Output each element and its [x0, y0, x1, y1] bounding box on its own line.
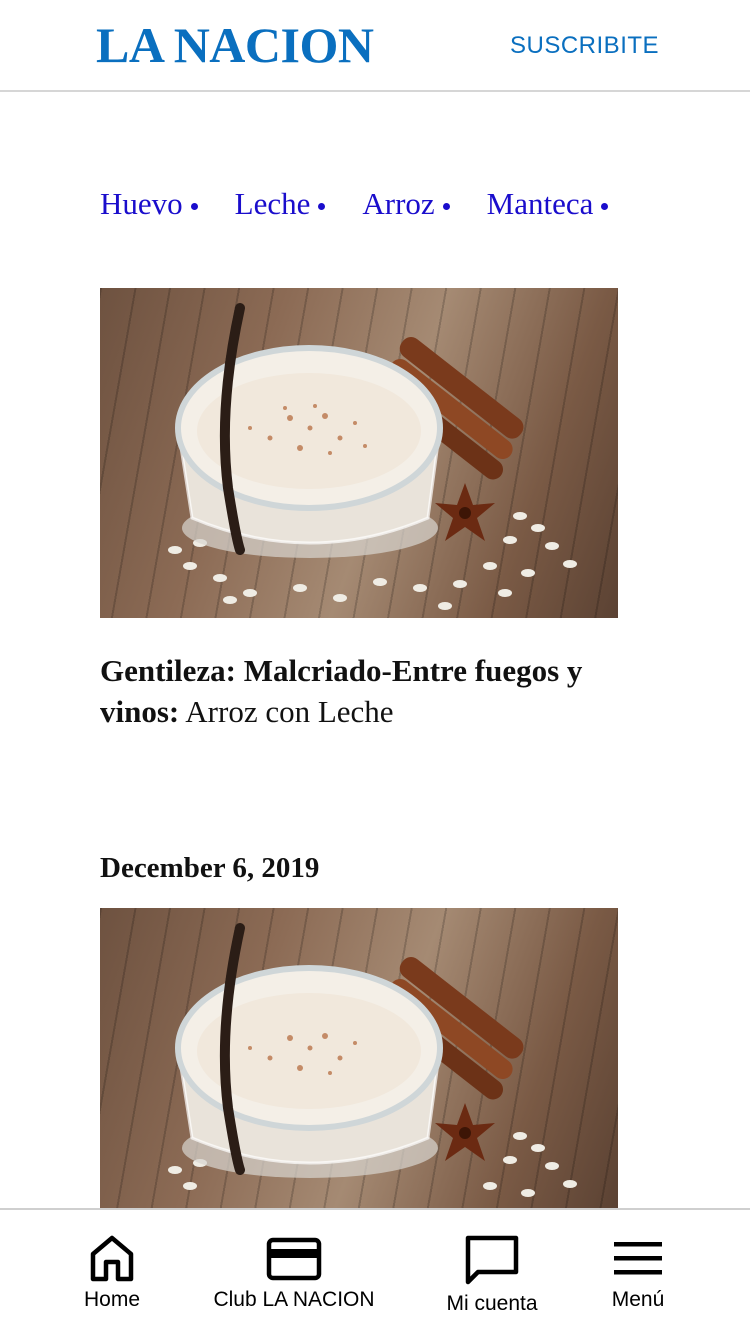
site-header: LA NACION SUSCRIBITE [0, 0, 750, 92]
bullet-icon [601, 202, 609, 210]
home-icon [90, 1235, 134, 1282]
nav-club-label: Club LA NACION [213, 1288, 375, 1311]
bottom-navigation: Home Club LA NACION Mi cuenta Menú [0, 1208, 750, 1334]
publish-date: December 6, 2019 [100, 852, 320, 884]
bullet-icon [318, 202, 326, 210]
article-photo [100, 288, 618, 618]
nav-menu-label: Menú [611, 1288, 665, 1311]
tag-leche[interactable]: Leche [235, 186, 326, 222]
rice-pudding-image [168, 303, 577, 610]
subscribe-link[interactable]: SUSCRIBITE [510, 32, 659, 60]
bullet-icon [442, 202, 450, 210]
bullet-icon [190, 202, 198, 210]
chat-bubble-icon [465, 1235, 519, 1285]
site-logo[interactable]: LA NACION [96, 16, 374, 74]
nav-home-label: Home [83, 1288, 141, 1311]
nav-menu[interactable]: Menú [598, 1234, 678, 1312]
page: LA NACION SUSCRIBITE Huevo Leche Arroz M… [0, 0, 750, 1334]
tag-label: Arroz [362, 186, 435, 221]
rice-pudding-image [168, 923, 577, 1197]
nav-home[interactable]: Home [72, 1234, 152, 1312]
nav-mi-cuenta[interactable]: Mi cuenta [432, 1234, 552, 1316]
tag-huevo[interactable]: Huevo [100, 186, 198, 222]
tag-label: Huevo [100, 186, 183, 221]
tag-label: Leche [234, 186, 311, 221]
card-icon [266, 1237, 322, 1281]
nav-account-label: Mi cuenta [446, 1292, 538, 1315]
nav-club-la-nacion[interactable]: Club LA NACION [204, 1234, 384, 1312]
caption-title: Arroz con Leche [185, 694, 394, 729]
tag-arroz[interactable]: Arroz [362, 186, 450, 222]
article-photo [100, 908, 618, 1208]
photo-caption: Gentileza: Malcriado-Entre fuegos y vino… [100, 650, 630, 732]
tag-label: Manteca [486, 186, 594, 221]
hamburger-menu-icon [614, 1242, 662, 1275]
ingredient-tags: Huevo Leche Arroz Manteca [100, 186, 609, 222]
tag-manteca[interactable]: Manteca [487, 186, 609, 222]
